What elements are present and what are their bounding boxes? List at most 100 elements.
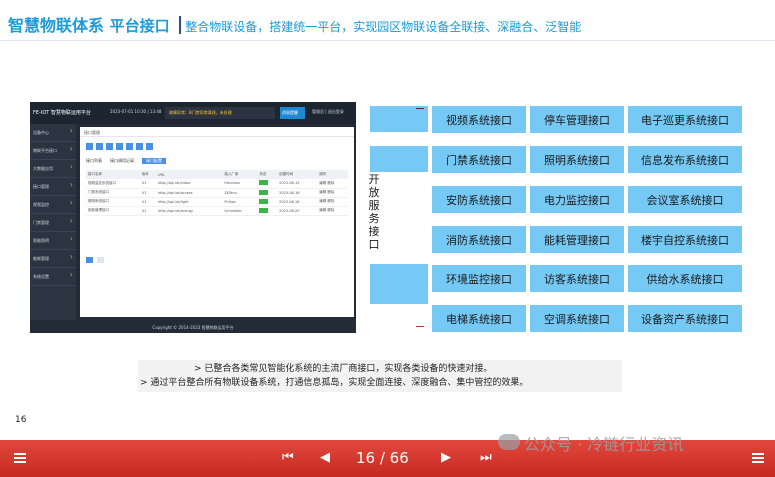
pager-page <box>86 257 93 263</box>
note-line: > 已整合各类常见智能化系统的主流厂商接口，实现各类设备的快速对接。 <box>194 364 493 374</box>
last-page-icon[interactable]: ⏭ <box>480 450 492 465</box>
app-filter-chips <box>80 137 354 156</box>
table-cell: ZKTeco <box>222 188 258 198</box>
table-cell: Schneider <box>222 206 258 216</box>
interface-patrol: 电子巡更系统接口 <box>628 106 742 133</box>
table-cell <box>257 197 278 207</box>
app-user: 管理员 | 退出登录 <box>312 109 344 114</box>
table-cell: http://api.iot/access <box>155 188 223 198</box>
app-subtab: 接口列表 <box>86 158 102 163</box>
table-cell: 2023-06-18 <box>277 197 318 207</box>
table-header: 接口名称 <box>86 170 140 179</box>
table-header: 创建时间 <box>277 170 318 179</box>
title-main: 智慧物联体系 <box>8 16 105 35</box>
app-sidebar-item: 系统设置 <box>30 268 76 286</box>
app-alert: 故障异常：B门禁异常离线，未处理 <box>165 107 275 119</box>
first-page-icon[interactable]: ⏮ <box>282 450 294 465</box>
filter-chip <box>96 143 103 150</box>
platform-screenshot: FE-IOT 智慧物联运用平台 2023-07-01 10:30 | 13:48… <box>30 102 356 333</box>
table-cell: 2023-06-16 <box>277 188 318 198</box>
table-row: 照明系统接口 V1 http://api.iot/light Philips 2… <box>86 197 348 207</box>
status-badge <box>259 198 269 204</box>
interface-water-supply: 供给水系统接口 <box>628 265 742 292</box>
table-cell: 编辑 删除 <box>317 197 348 207</box>
app-sidebar-item: 物联平台接口 <box>30 142 76 160</box>
table-row: 能耗管理接口 V1 http://api.iot/energy Schneide… <box>86 206 348 216</box>
table-cell: 视频监控系统接口 <box>86 179 140 189</box>
title-tagline: 整合物联设备，搭建统一平台，实现园区物联设备全联接、深融合、泛智能 <box>185 20 582 34</box>
app-breadcrumb: 接口管理 <box>80 127 354 137</box>
app-sidebar: 设备中心 物联平台接口 大数据应用 接口管理 视频监控 门禁管理 智能照明 能耗… <box>30 124 76 320</box>
app-subtabs: 接口列表 接口调用记录 接口配置 <box>80 156 354 166</box>
app-table: 接口名称 版本 URL 接入厂家 状态 创建时间 操作 视频监控系统接口 V1 … <box>86 170 348 216</box>
table-cell: V1 <box>139 206 156 216</box>
interface-meeting-room: 会议室系统接口 <box>628 186 742 213</box>
app-time: 2023-07-01 10:30 | 13:48 <box>110 109 162 114</box>
band-mark <box>416 326 424 327</box>
app-sidebar-item: 门禁管理 <box>30 214 76 232</box>
table-row: 门禁系统接口 V1 http://api.iot/access ZKTeco 2… <box>86 188 348 198</box>
table-cell: 能耗管理接口 <box>86 206 140 216</box>
page-title: 智慧物联体系 平台接口 整合物联设备，搭建统一平台，实现园区物联设备全联接、深融… <box>8 12 581 36</box>
table-header: 状态 <box>257 170 278 179</box>
filter-chip <box>86 143 93 150</box>
app-alert-button: 消息提醒 <box>280 107 305 119</box>
band-mark <box>416 108 424 109</box>
status-badge <box>259 180 269 186</box>
app-footer: Copyright © 2014-2023 智慧物联运用平台 <box>152 325 234 330</box>
watermark: 公众号 · 冷链行业资讯 <box>524 435 684 454</box>
table-cell <box>257 206 278 216</box>
interface-energy: 能耗管理接口 <box>530 226 624 253</box>
table-cell: 2023-06-20 <box>277 206 318 216</box>
table-cell <box>257 188 278 198</box>
table-header: 接入厂家 <box>222 170 258 179</box>
menu-icon[interactable] <box>14 453 26 465</box>
slide-page-number: 16 <box>15 415 27 425</box>
app-subtab: 接口调用记录 <box>110 158 134 163</box>
table-cell: V1 <box>139 188 156 198</box>
table-row: 视频监控系统接口 V1 http://api.iot/video Hikvisi… <box>86 179 348 189</box>
app-sidebar-item: 接口管理 <box>30 178 76 196</box>
interface-band <box>370 146 428 172</box>
interface-band <box>370 106 428 132</box>
interface-air-conditioning: 空调系统接口 <box>530 305 624 332</box>
interface-power-monitor: 电力监控接口 <box>530 186 624 213</box>
app-sidebar-item: 设备中心 <box>30 124 76 142</box>
interface-fire: 消防系统接口 <box>432 226 526 253</box>
interface-environment: 环境监控接口 <box>432 265 526 292</box>
app-sidebar-item: 大数据应用 <box>30 160 76 178</box>
interface-building-automation: 楼宇自控系统接口 <box>628 226 742 253</box>
filter-chip <box>136 143 143 150</box>
status-badge <box>259 189 269 195</box>
open-service-interface-label: 开放服务接口 <box>368 173 380 251</box>
table-cell: Hikvision <box>222 179 258 189</box>
table-cell: 编辑 删除 <box>317 206 348 216</box>
header-divider <box>0 40 775 41</box>
interface-visitor: 访客系统接口 <box>530 265 624 292</box>
table-cell: http://api.iot/light <box>155 197 223 207</box>
title-separator <box>179 16 182 34</box>
app-sidebar-item: 能耗管理 <box>30 250 76 268</box>
status-badge <box>259 207 269 213</box>
app-pager <box>86 257 104 263</box>
table-cell: V1 <box>139 197 156 207</box>
app-subtab: 接口配置 <box>142 158 166 164</box>
prev-page-icon[interactable]: ◀ <box>320 450 330 465</box>
table-cell: 照明系统接口 <box>86 197 140 207</box>
table-cell <box>257 179 278 189</box>
table-header: 操作 <box>317 170 348 179</box>
interface-elevator: 电梯系统接口 <box>432 305 526 332</box>
slide: 智慧物联体系 平台接口 整合物联设备，搭建统一平台，实现园区物联设备全联接、深融… <box>0 0 775 440</box>
app-topbar: FE-IOT 智慧物联运用平台 2023-07-01 10:30 | 13:48… <box>30 102 356 124</box>
app-logo: FE-IOT 智慧物联运用平台 <box>33 110 91 116</box>
interface-lighting: 照明系统接口 <box>530 146 624 173</box>
next-page-icon[interactable]: ▶ <box>441 450 451 465</box>
title-sub: 平台接口 <box>109 17 170 35</box>
table-cell: 编辑 删除 <box>317 188 348 198</box>
interface-asset: 设备资产系统接口 <box>628 305 742 332</box>
table-cell: 2023-06-15 <box>277 179 318 189</box>
interface-access-control: 门禁系统接口 <box>432 146 526 173</box>
menu-icon-right[interactable] <box>752 453 764 465</box>
notes-box: > 已整合各类常见智能化系统的主流厂商接口，实现各类设备的快速对接。 > 通过平… <box>138 360 622 392</box>
table-cell: Philips <box>222 197 258 207</box>
